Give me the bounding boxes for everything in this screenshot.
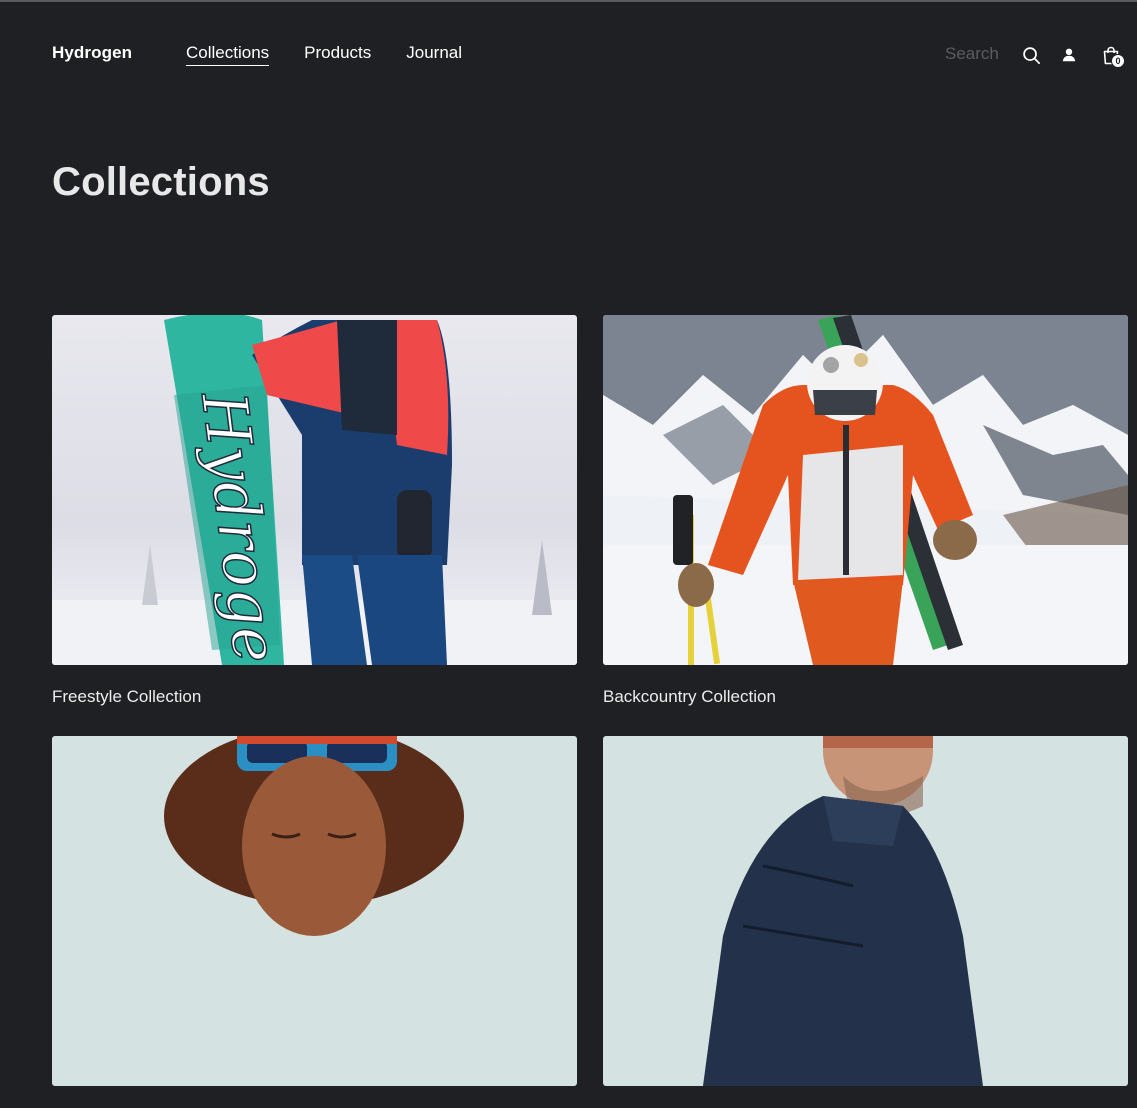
collection-image[interactable]	[603, 736, 1128, 1086]
site-logo[interactable]: Hydrogen	[52, 43, 132, 63]
search-input[interactable]	[936, 42, 1008, 66]
collection-image[interactable]	[603, 315, 1128, 665]
collection-card[interactable]	[52, 736, 577, 1108]
collection-card-freestyle[interactable]: Hydroger Freestyle Collection	[52, 315, 577, 707]
cart-button[interactable]: 0	[1100, 44, 1125, 68]
main-nav: Collections Products Journal	[186, 43, 462, 66]
collection-title[interactable]: Backcountry Collection	[603, 687, 1128, 707]
nav-item-collections[interactable]: Collections	[186, 43, 270, 66]
collection-card[interactable]	[603, 736, 1128, 1108]
cart-count-badge: 0	[1111, 54, 1125, 68]
site-header: Hydrogen Collections Products Journal 0	[0, 0, 1137, 100]
collection-image[interactable]	[52, 736, 577, 1086]
search-button[interactable]	[1020, 44, 1042, 66]
nav-item-journal[interactable]: Journal	[406, 43, 462, 66]
collection-title[interactable]: Freestyle Collection	[52, 687, 577, 707]
nav-item-products[interactable]: Products	[304, 43, 371, 66]
collection-card-backcountry[interactable]: Backcountry Collection	[603, 315, 1128, 707]
search-icon	[1022, 46, 1040, 64]
user-icon	[1062, 48, 1076, 62]
page-title: Collections	[52, 160, 270, 204]
account-button[interactable]	[1058, 44, 1080, 66]
collection-image[interactable]: Hydroger	[52, 315, 577, 665]
